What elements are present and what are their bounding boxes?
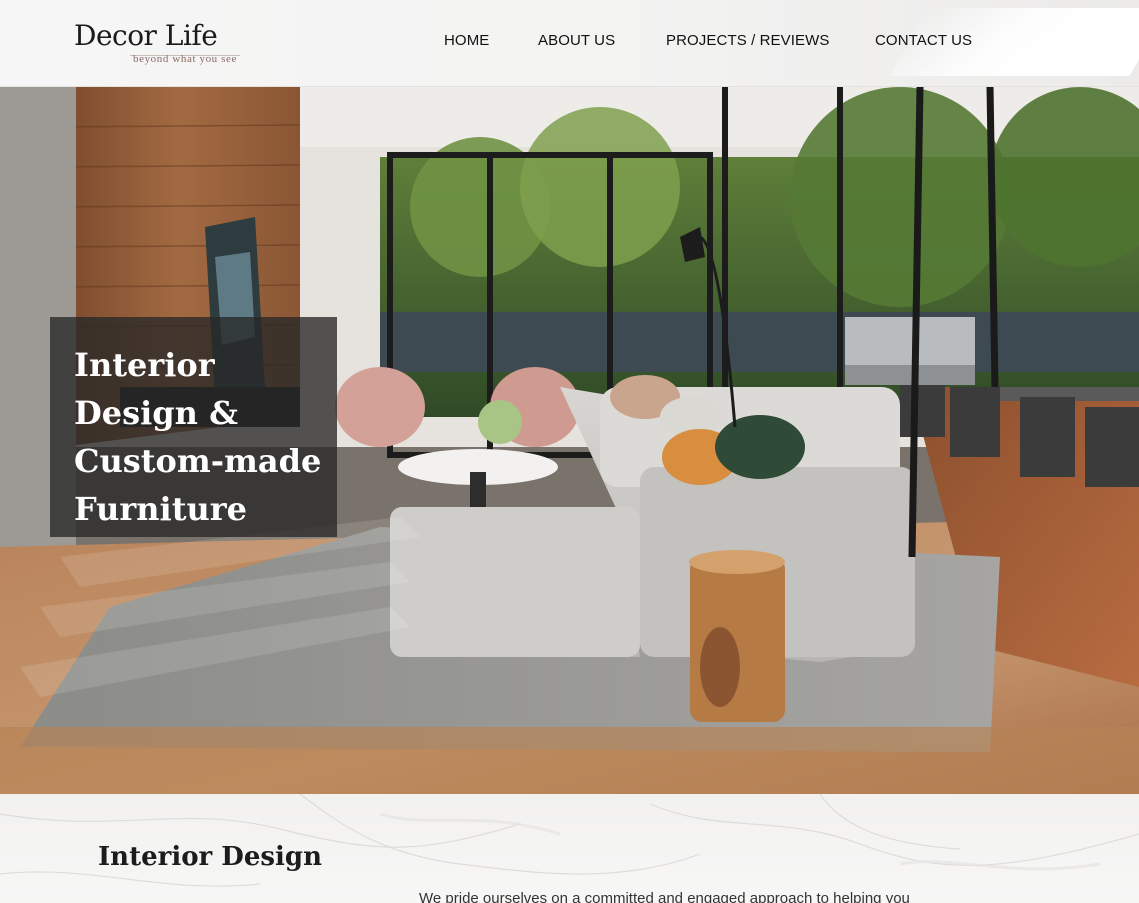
logo-tagline: beyond what you see [133, 53, 237, 65]
hero-caption-box: Interior Design & Custom-made Furniture [50, 317, 337, 537]
intro-section: Interior Design We pride ourselves on a … [0, 794, 1139, 903]
hero-title: Interior Design & Custom-made Furniture [74, 341, 324, 533]
nav-contact-us[interactable]: CONTACT US [875, 32, 972, 49]
hero-title-line: Design & [74, 394, 238, 432]
hero-title-line: Interior [74, 346, 215, 384]
hero-banner: Interior Design & Custom-made Furniture [0, 87, 1139, 794]
site-header: Decor Life beyond what you see HOME ABOU… [0, 0, 1139, 87]
hero-title-line: Custom-made [74, 442, 322, 480]
logo[interactable]: Decor Life beyond what you see [74, 19, 254, 69]
logo-wordmark: Decor Life [74, 19, 218, 52]
nav-home[interactable]: HOME [444, 32, 489, 49]
hero-title-line: Furniture [74, 490, 247, 528]
section-intro-text: We pride ourselves on a committed and en… [419, 890, 910, 903]
nav-about-us[interactable]: ABOUT US [538, 32, 615, 49]
nav-projects-reviews[interactable]: PROJECTS / REVIEWS [666, 32, 830, 49]
section-heading: Interior Design [98, 842, 322, 872]
